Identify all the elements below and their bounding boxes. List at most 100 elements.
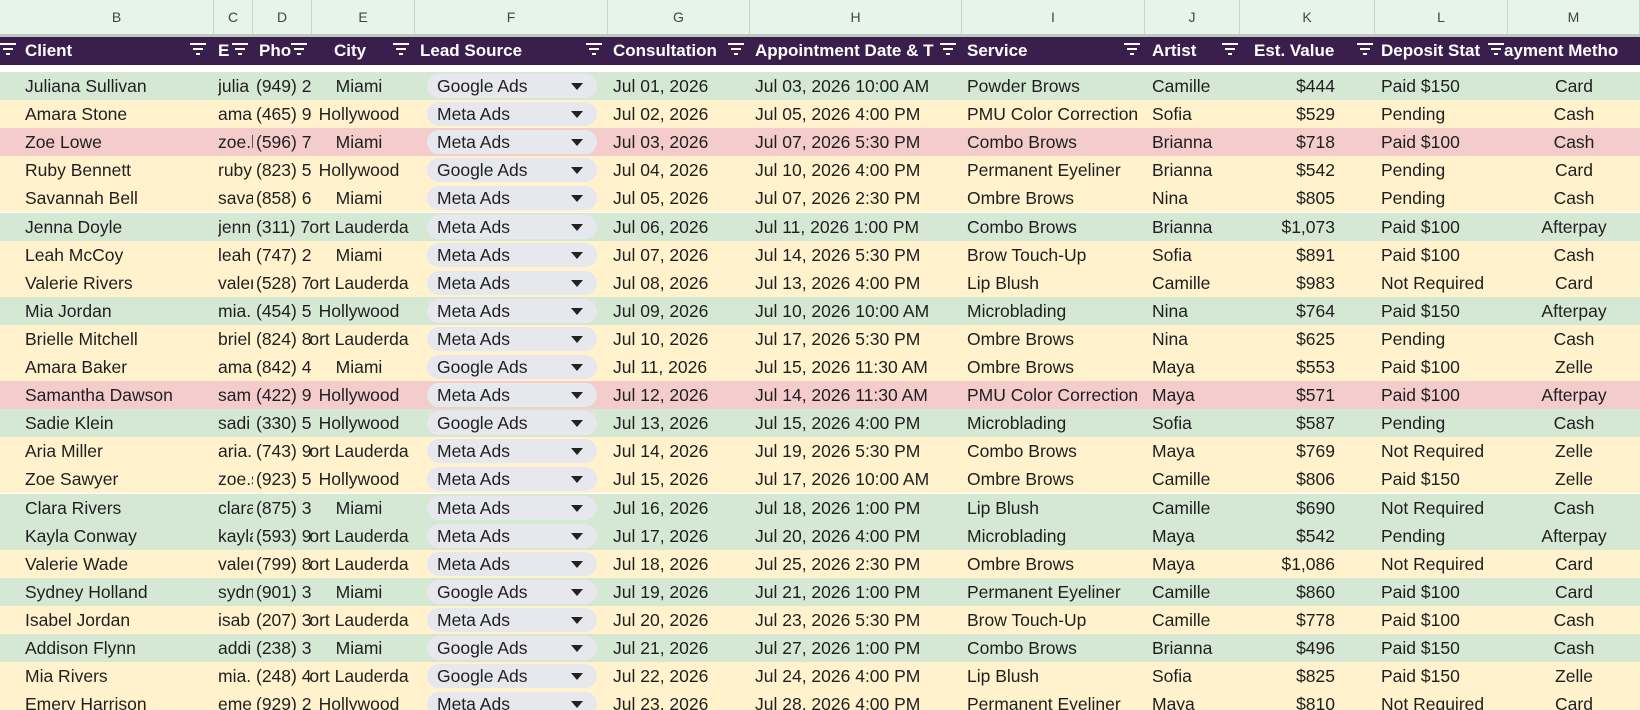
cell-consult[interactable]: Jul 03, 2026 xyxy=(613,128,750,156)
lead-source-dropdown[interactable]: Google Ads xyxy=(427,158,597,182)
cell-service[interactable]: Permanent Eyeliner xyxy=(967,156,1147,184)
lead-source-dropdown[interactable]: Meta Ads xyxy=(427,552,597,576)
cell-email[interactable]: sam xyxy=(218,381,253,409)
cell-deposit[interactable]: Paid $150 xyxy=(1381,634,1506,662)
cell-deposit[interactable]: Paid $100 xyxy=(1381,606,1506,634)
cell-deposit[interactable]: Paid $100 xyxy=(1381,128,1506,156)
cell-appt[interactable]: Jul 18, 2026 1:00 PM xyxy=(755,494,960,522)
cell-artist[interactable]: Nina xyxy=(1152,184,1240,212)
filter-icon-9[interactable] xyxy=(1357,43,1373,57)
cell-client[interactable]: Brielle Mitchell xyxy=(25,325,210,353)
cell-client[interactable]: Savannah Bell xyxy=(25,184,210,212)
cell-city[interactable]: ort Lauderda xyxy=(305,550,413,578)
cell-consult[interactable]: Jul 04, 2026 xyxy=(613,156,750,184)
dropdown-arrow-icon[interactable] xyxy=(571,195,583,202)
cell-payment[interactable]: Card xyxy=(1508,156,1640,184)
lead-source-dropdown[interactable]: Google Ads xyxy=(427,580,597,604)
cell-client[interactable]: Addison Flynn xyxy=(25,634,210,662)
cell-appt[interactable]: Jul 03, 2026 10:00 AM xyxy=(755,72,960,100)
cell-deposit[interactable]: Pending xyxy=(1381,100,1506,128)
lead-source-dropdown[interactable]: Meta Ads xyxy=(427,692,597,710)
cell-payment[interactable]: Afterpay xyxy=(1508,213,1640,241)
dropdown-arrow-icon[interactable] xyxy=(571,364,583,371)
dropdown-arrow-icon[interactable] xyxy=(571,505,583,512)
cell-email[interactable]: ama xyxy=(218,100,253,128)
filter-icon-2[interactable] xyxy=(291,43,307,57)
cell-deposit[interactable]: Pending xyxy=(1381,522,1506,550)
cell-artist[interactable]: Sofia xyxy=(1152,100,1240,128)
column-letter-d[interactable]: D xyxy=(253,0,312,34)
dropdown-arrow-icon[interactable] xyxy=(571,167,583,174)
cell-payment[interactable]: Cash xyxy=(1508,128,1640,156)
cell-email[interactable]: clara xyxy=(218,494,253,522)
cell-appt[interactable]: Jul 19, 2026 5:30 PM xyxy=(755,437,960,465)
cell-service[interactable]: Brow Touch-Up xyxy=(967,241,1147,269)
cell-value[interactable]: $571 xyxy=(1245,381,1335,409)
cell-artist[interactable]: Maya xyxy=(1152,437,1240,465)
column-letter-k[interactable]: K xyxy=(1240,0,1375,34)
lead-source-dropdown[interactable]: Meta Ads xyxy=(427,608,597,632)
cell-client[interactable]: Aria Miller xyxy=(25,437,210,465)
cell-city[interactable]: Miami xyxy=(305,494,413,522)
cell-client[interactable]: Valerie Wade xyxy=(25,550,210,578)
cell-deposit[interactable]: Paid $100 xyxy=(1381,241,1506,269)
cell-city[interactable]: ort Lauderda xyxy=(305,662,413,690)
cell-appt[interactable]: Jul 11, 2026 1:00 PM xyxy=(755,213,960,241)
cell-consult[interactable]: Jul 21, 2026 xyxy=(613,634,750,662)
cell-appt[interactable]: Jul 14, 2026 5:30 PM xyxy=(755,241,960,269)
filter-icon-4[interactable] xyxy=(586,43,602,57)
dropdown-arrow-icon[interactable] xyxy=(571,420,583,427)
cell-service[interactable]: Ombre Brows xyxy=(967,550,1147,578)
cell-consult[interactable]: Jul 13, 2026 xyxy=(613,409,750,437)
cell-value[interactable]: $1,073 xyxy=(1245,213,1335,241)
lead-source-dropdown[interactable]: Meta Ads xyxy=(427,186,597,210)
table-row[interactable]: Brielle Mitchell briel (824) 8 ort Lauderda… xyxy=(0,325,1640,353)
cell-payment[interactable]: Afterpay xyxy=(1508,522,1640,550)
cell-email[interactable]: kayla xyxy=(218,522,253,550)
cell-client[interactable]: Emery Harrison xyxy=(25,690,210,710)
cell-email[interactable]: valer xyxy=(218,269,253,297)
cell-deposit[interactable]: Not Required xyxy=(1381,550,1506,578)
column-letter-f[interactable]: F xyxy=(415,0,608,34)
cell-service[interactable]: PMU Color Correction xyxy=(967,381,1147,409)
cell-service[interactable]: Ombre Brows xyxy=(967,353,1147,381)
cell-value[interactable]: $825 xyxy=(1245,662,1335,690)
table-row[interactable]: Samantha Dawson sam (422) 9 Hollywood Jul 12… xyxy=(0,381,1640,409)
cell-deposit[interactable]: Pending xyxy=(1381,184,1506,212)
cell-email[interactable]: julia xyxy=(218,72,253,100)
cell-value[interactable]: $496 xyxy=(1245,634,1335,662)
table-row[interactable]: Addison Flynn addi (238) 3 Miami Jul 21, 202… xyxy=(0,634,1640,662)
cell-email[interactable]: ruby xyxy=(218,156,253,184)
table-row[interactable]: Kayla Conwaykayla(593) 9ort LauderdaJul … xyxy=(0,522,1640,550)
dropdown-arrow-icon[interactable] xyxy=(571,673,583,680)
cell-service[interactable]: Combo Brows xyxy=(967,634,1147,662)
cell-deposit[interactable]: Paid $150 xyxy=(1381,72,1506,100)
cell-deposit[interactable]: Paid $150 xyxy=(1381,297,1506,325)
column-letter-g[interactable]: G xyxy=(608,0,750,34)
cell-artist[interactable]: Nina xyxy=(1152,325,1240,353)
cell-artist[interactable]: Maya xyxy=(1152,690,1240,710)
cell-value[interactable]: $1,086 xyxy=(1245,550,1335,578)
cell-email[interactable]: sadi xyxy=(218,409,253,437)
cell-value[interactable]: $764 xyxy=(1245,297,1335,325)
cell-service[interactable]: Microblading xyxy=(967,409,1147,437)
cell-appt[interactable]: Jul 14, 2026 11:30 AM xyxy=(755,381,960,409)
cell-client[interactable]: Juliana Sullivan xyxy=(25,72,210,100)
cell-client[interactable]: Sydney Holland xyxy=(25,578,210,606)
cell-appt[interactable]: Jul 05, 2026 4:00 PM xyxy=(755,100,960,128)
dropdown-arrow-icon[interactable] xyxy=(571,392,583,399)
cell-client[interactable]: Valerie Rivers xyxy=(25,269,210,297)
cell-service[interactable]: Permanent Eyeliner xyxy=(967,690,1147,710)
cell-appt[interactable]: Jul 28, 2026 4:00 PM xyxy=(755,690,960,710)
cell-email[interactable]: sava xyxy=(218,184,253,212)
cell-service[interactable]: Powder Brows xyxy=(967,72,1147,100)
lead-source-dropdown[interactable]: Meta Ads xyxy=(427,496,597,520)
cell-value[interactable]: $625 xyxy=(1245,325,1335,353)
table-row[interactable]: Clara Rivers clara (875) 3 Miami Jul 16, 202… xyxy=(0,494,1640,522)
cell-consult[interactable]: Jul 07, 2026 xyxy=(613,241,750,269)
cell-payment[interactable]: Cash xyxy=(1508,606,1640,634)
cell-city[interactable]: ort Lauderda xyxy=(305,269,413,297)
dropdown-arrow-icon[interactable] xyxy=(571,533,583,540)
cell-email[interactable]: isab xyxy=(218,606,253,634)
lead-source-dropdown[interactable]: Meta Ads xyxy=(427,467,597,491)
